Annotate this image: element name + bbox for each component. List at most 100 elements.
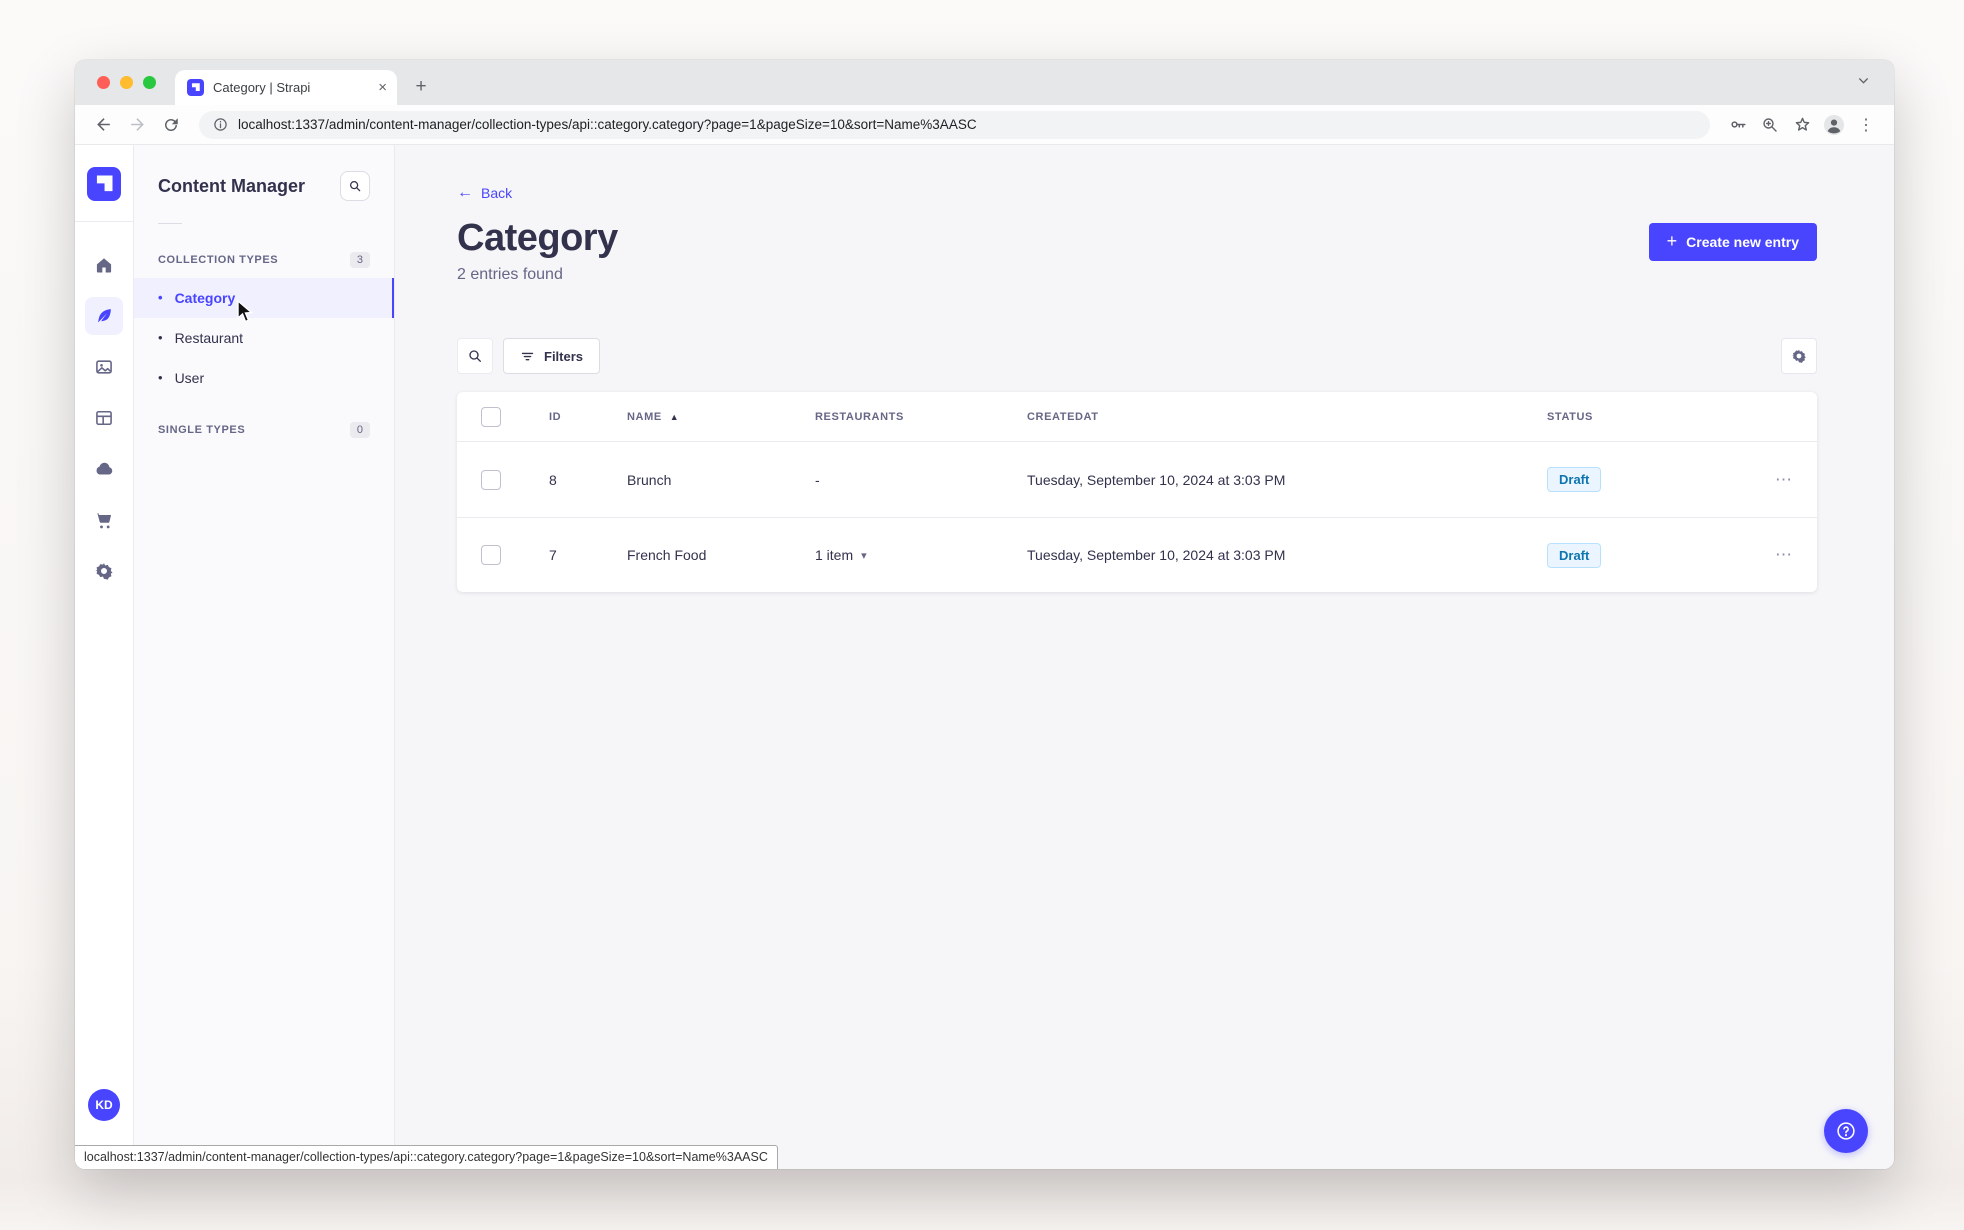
profile-avatar-icon[interactable] [1820,111,1848,139]
select-all-checkbox[interactable] [481,406,501,427]
close-window-button[interactable] [97,76,110,89]
back-link[interactable]: ← Back [457,184,513,202]
cell-createdat: Tuesday, September 10, 2024 at 3:03 PM [1027,547,1286,563]
cell-restaurants: - [815,471,820,488]
browser-toolbar: localhost:1337/admin/content-manager/col… [75,105,1894,145]
tab-search-chevron-icon[interactable] [1857,74,1870,87]
new-tab-button[interactable]: + [407,73,435,101]
col-header-status[interactable]: STATUS [1547,411,1737,423]
status-badge: Draft [1547,467,1602,492]
view-settings-gear-button[interactable] [1781,338,1817,374]
subnav-item-label: Restaurant [174,330,244,346]
col-header-name[interactable]: NAME ▲ [627,411,815,423]
help-button[interactable] [1824,1109,1868,1153]
toolbar-right-icons: ⋮ [1724,111,1880,139]
filters-label: Filters [544,348,584,364]
main-nav-rail: KD [75,145,134,1169]
main-content: ← Back Category 2 entries found + Create… [395,145,1894,1169]
minimize-window-button[interactable] [120,76,133,89]
cell-id: 8 [549,471,557,488]
strapi-app: KD Content Manager COLLECTION TYPES 3 • … [75,145,1894,1169]
entries-table: ID NAME ▲ RESTAURANTS CREATEDAT STATUS 8 [457,392,1817,592]
back-arrow-icon: ← [457,184,473,201]
passwords-key-icon[interactable] [1724,111,1752,139]
cell-createdat: Tuesday, September 10, 2024 at 3:03 PM [1027,471,1286,488]
zoom-search-icon[interactable] [1756,111,1784,139]
forward-icon[interactable] [123,111,151,139]
nav-home-icon[interactable] [85,246,123,284]
filters-button[interactable]: Filters [503,338,601,374]
table-header-row: ID NAME ▲ RESTAURANTS CREATEDAT STATUS [457,392,1817,442]
address-bar[interactable]: localhost:1337/admin/content-manager/col… [199,110,1710,139]
reload-icon[interactable] [157,111,185,139]
table-row[interactable]: 7 French Food 1 item ▾ Tuesday, Septembe… [457,517,1817,592]
list-action-bar: Filters [457,338,1817,374]
subnav-item-user[interactable]: • User [134,358,394,398]
row-checkbox[interactable] [481,545,501,565]
cell-id: 7 [549,547,557,563]
nav-deploy-cloud-icon[interactable] [85,450,123,488]
page-title: Category [457,217,618,259]
browser-window: Category | Strapi × + localhost:1337/adm… [75,60,1894,1169]
table-row[interactable]: 8 Brunch - Tuesday, September 10, 2024 a… [457,442,1817,517]
status-badge: Draft [1547,542,1602,568]
single-types-section-header: SINGLE TYPES 0 [134,412,394,448]
browser-tab-strip: Category | Strapi × + [75,60,1894,105]
bookmark-star-icon[interactable] [1788,111,1816,139]
nav-marketplace-cart-icon[interactable] [85,501,123,539]
subnav-item-category[interactable]: • Category [134,278,394,318]
row-actions-menu-icon[interactable]: ⋯ [1737,545,1793,565]
site-info-icon[interactable] [213,117,228,132]
sort-ascending-icon: ▲ [669,411,680,422]
cell-restaurants[interactable]: 1 item ▾ [815,547,1027,563]
subnav-item-label: Category [174,290,236,306]
browser-tab[interactable]: Category | Strapi × [175,70,397,105]
row-actions-menu-icon[interactable]: ⋯ [1737,470,1793,490]
subnav-divider [158,223,182,224]
back-label: Back [481,185,513,201]
section-count-badge: 3 [349,252,370,268]
tab-title: Category | Strapi [213,80,311,95]
subnav-item-restaurant[interactable]: • Restaurant [134,318,394,358]
nav-media-library-icon[interactable] [85,348,123,386]
back-icon[interactable] [89,111,117,139]
cell-name: French Food [627,547,707,563]
section-label: SINGLE TYPES [158,424,246,436]
window-controls [97,76,156,89]
user-avatar[interactable]: KD [88,1089,120,1121]
filter-icon [521,352,534,360]
create-new-entry-button[interactable]: + Create new entry [1648,223,1817,261]
section-label: COLLECTION TYPES [158,254,279,266]
strapi-favicon-icon [187,79,204,96]
bullet-icon: • [158,369,163,385]
create-new-entry-label: Create new entry [1686,234,1799,250]
entries-count: 2 entries found [457,266,563,283]
question-mark-icon [1837,1122,1855,1140]
nav-content-type-builder-icon[interactable] [85,399,123,437]
browser-menu-kebab-icon[interactable]: ⋮ [1852,115,1880,135]
subnav-search-button[interactable] [340,171,370,201]
maximize-window-button[interactable] [143,76,156,89]
content-manager-subnav: Content Manager COLLECTION TYPES 3 • Cat… [134,145,395,1169]
collection-types-section-header: COLLECTION TYPES 3 [134,242,394,278]
section-count-badge: 0 [349,422,370,438]
chevron-down-icon: ▾ [861,549,867,562]
url-text: localhost:1337/admin/content-manager/col… [238,117,977,132]
col-header-restaurants[interactable]: RESTAURANTS [815,411,1027,423]
link-status-bar: localhost:1337/admin/content-manager/col… [75,1145,778,1169]
row-checkbox[interactable] [481,469,501,490]
tab-close-icon[interactable]: × [378,80,387,95]
search-button[interactable] [457,338,493,374]
subnav-title: Content Manager [158,175,306,196]
plus-icon: + [1666,231,1678,251]
strapi-logo[interactable] [87,167,121,201]
subnav-item-label: User [174,370,205,386]
bullet-icon: • [158,329,163,345]
cell-name: Brunch [627,471,672,488]
nav-content-manager-icon[interactable] [85,297,123,335]
rail-divider [75,221,133,222]
col-header-id[interactable]: ID [549,411,627,423]
col-header-createdat[interactable]: CREATEDAT [1027,411,1547,423]
bullet-icon: • [158,289,163,305]
nav-settings-gear-icon[interactable] [85,552,123,590]
